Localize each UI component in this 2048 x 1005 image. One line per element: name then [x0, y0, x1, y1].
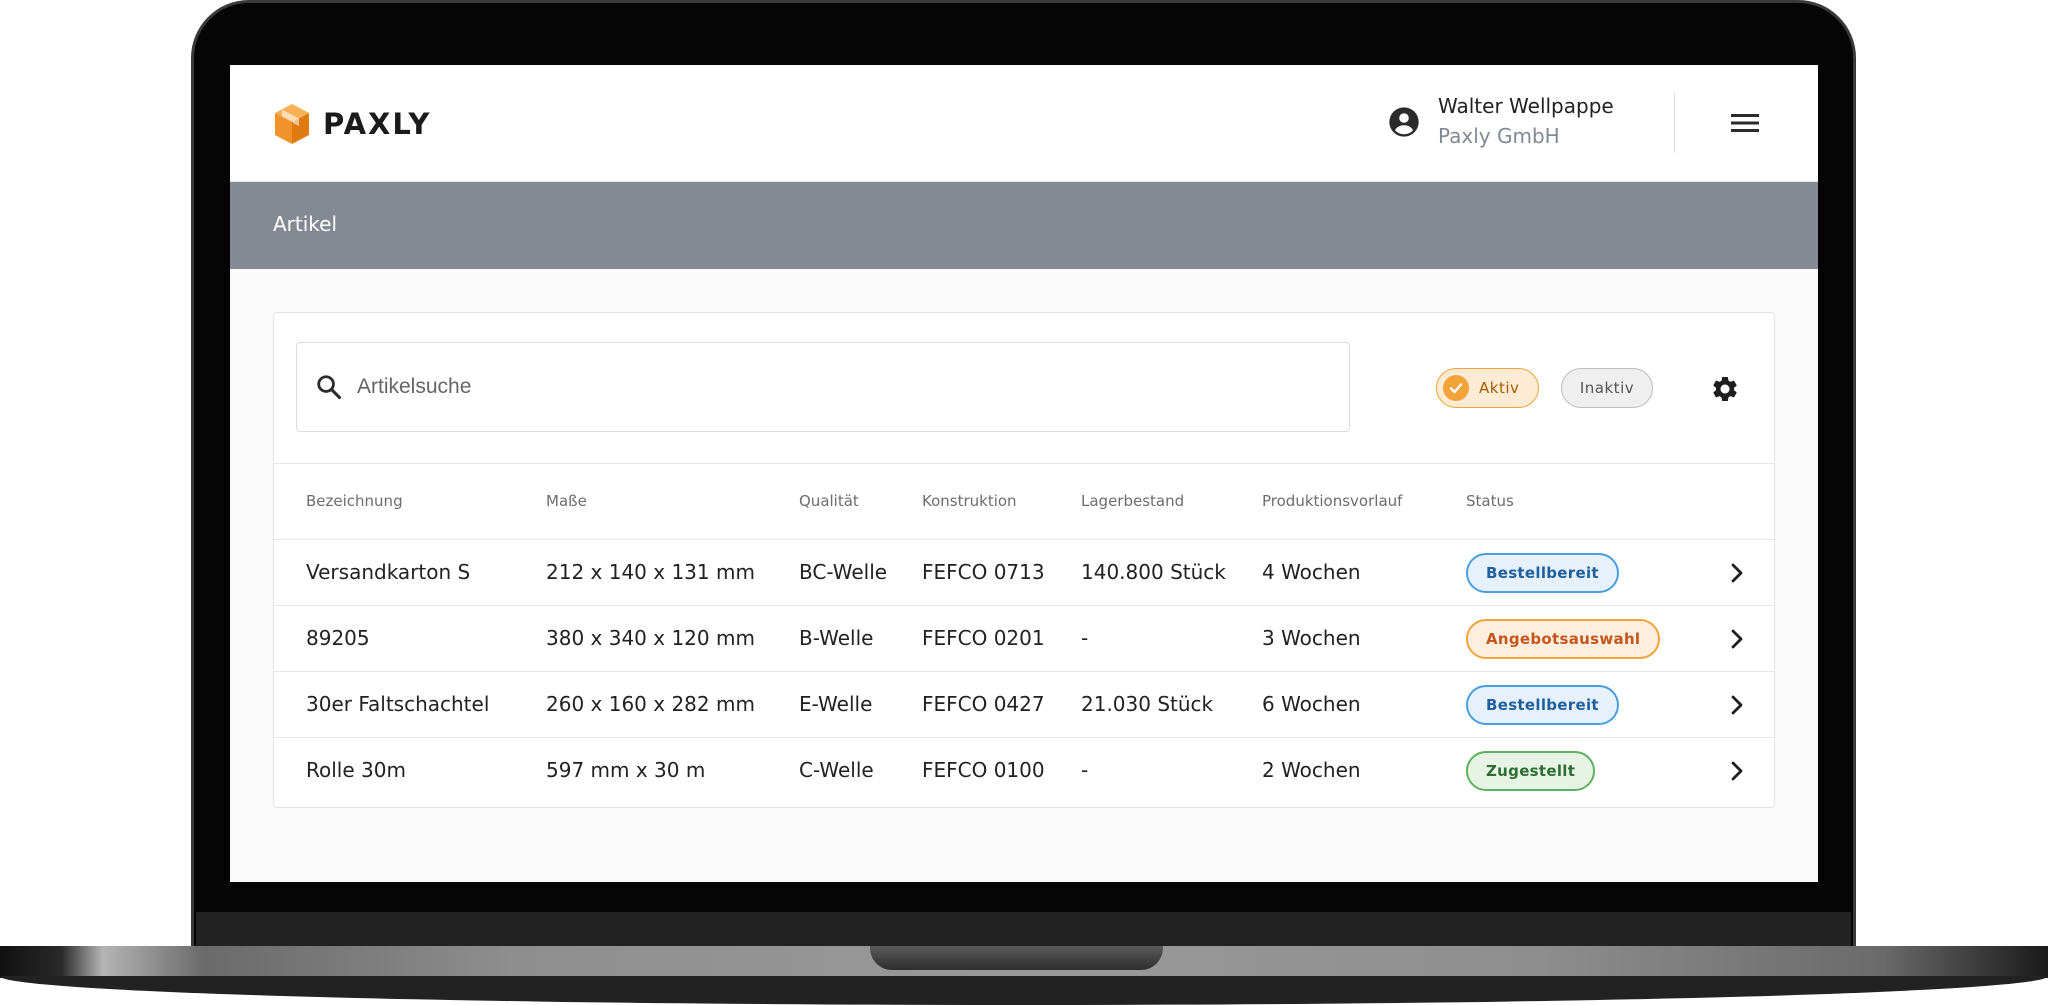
column-header-qualitaet[interactable]: Qualität	[799, 492, 859, 510]
header-divider	[1674, 93, 1675, 153]
user-company: Paxly GmbH	[1438, 124, 1560, 148]
cell-produktionsvorlauf: 4 Wochen	[1262, 560, 1361, 584]
brand-name: PAXLY	[323, 107, 432, 141]
app-screen: PAXLY Walter Wellpappe Paxly GmbH Artike…	[230, 65, 1818, 882]
top-bar: PAXLY Walter Wellpappe Paxly GmbH	[230, 65, 1818, 182]
search-box[interactable]	[296, 342, 1350, 432]
cell-produktionsvorlauf: 3 Wochen	[1262, 626, 1361, 650]
laptop-frame: PAXLY Walter Wellpappe Paxly GmbH Artike…	[0, 0, 2048, 1005]
table-body: Versandkarton S 212 x 140 x 131 mm BC-We…	[274, 539, 1774, 803]
user-text: Walter Wellpappe Paxly GmbH	[1438, 92, 1614, 152]
cell-konstruktion: FEFCO 0201	[922, 626, 1045, 650]
page-title: Artikel	[273, 212, 338, 236]
cell-lagerbestand: -	[1081, 626, 1089, 650]
cell-bezeichnung: 89205	[306, 626, 370, 650]
cell-qualitaet: BC-Welle	[799, 560, 888, 584]
filter-aktiv-chip[interactable]: Aktiv	[1436, 368, 1539, 408]
table-header: Bezeichnung Maße Qualität Konstruktion L…	[274, 463, 1774, 539]
cell-bezeichnung: Versandkarton S	[306, 560, 471, 584]
chevron-right-icon[interactable]	[1727, 562, 1747, 584]
status-badge: Bestellbereit	[1466, 685, 1619, 725]
cell-lagerbestand: 140.800 Stück	[1081, 560, 1226, 584]
chevron-right-icon[interactable]	[1727, 760, 1747, 782]
cell-masse: 260 x 160 x 282 mm	[546, 692, 755, 716]
table-row[interactable]: 30er Faltschachtel 260 x 160 x 282 mm E-…	[274, 671, 1774, 737]
chevron-right-icon[interactable]	[1727, 628, 1747, 650]
cell-qualitaet: B-Welle	[799, 626, 874, 650]
cell-konstruktion: FEFCO 0100	[922, 758, 1045, 782]
check-icon	[1443, 375, 1469, 401]
user-name: Walter Wellpappe	[1438, 94, 1614, 118]
cell-bezeichnung: 30er Faltschachtel	[306, 692, 490, 716]
column-header-konstruktion[interactable]: Konstruktion	[922, 492, 1017, 510]
hamburger-menu-icon[interactable]	[1731, 111, 1759, 135]
cell-produktionsvorlauf: 2 Wochen	[1262, 758, 1361, 782]
status-badge: Zugestellt	[1466, 751, 1596, 791]
filter-inaktiv-chip[interactable]: Inaktiv	[1561, 368, 1653, 408]
account-circle-icon	[1389, 107, 1419, 137]
cell-konstruktion: FEFCO 0713	[922, 560, 1045, 584]
status-badge: Angebotsauswahl	[1466, 619, 1661, 659]
table-row[interactable]: 89205 380 x 340 x 120 mm B-Welle FEFCO 0…	[274, 605, 1774, 671]
cell-konstruktion: FEFCO 0427	[922, 692, 1045, 716]
column-header-status[interactable]: Status	[1466, 492, 1514, 510]
cell-masse: 380 x 340 x 120 mm	[546, 626, 755, 650]
cell-masse: 597 mm x 30 m	[546, 758, 706, 782]
user-profile[interactable]: Walter Wellpappe Paxly GmbH	[1388, 87, 1614, 157]
table-row[interactable]: Versandkarton S 212 x 140 x 131 mm BC-We…	[274, 539, 1774, 605]
brand-logo[interactable]: PAXLY	[273, 101, 431, 147]
filter-inaktiv-label: Inaktiv	[1579, 379, 1635, 397]
column-header-lagerbestand[interactable]: Lagerbestand	[1081, 492, 1184, 510]
box-logo-icon	[275, 104, 309, 144]
cell-bezeichnung: Rolle 30m	[306, 758, 406, 782]
chevron-right-icon[interactable]	[1727, 694, 1747, 716]
search-icon	[317, 375, 342, 400]
cell-masse: 212 x 140 x 131 mm	[546, 560, 755, 584]
cell-lagerbestand: -	[1081, 758, 1089, 782]
articles-card: Aktiv Inaktiv Bezeichnung Maße Qualität …	[273, 312, 1775, 808]
column-header-produktionsvorlauf[interactable]: Produktionsvorlauf	[1262, 492, 1402, 510]
search-input[interactable]	[355, 374, 1315, 400]
column-header-masse[interactable]: Maße	[546, 492, 587, 510]
laptop-base-bottom	[0, 976, 2048, 1005]
laptop-chin	[196, 912, 1851, 948]
status-badge: Bestellbereit	[1466, 553, 1619, 593]
cell-lagerbestand: 21.030 Stück	[1081, 692, 1214, 716]
gear-icon[interactable]	[1710, 374, 1740, 404]
cell-produktionsvorlauf: 6 Wochen	[1262, 692, 1361, 716]
filter-aktiv-label: Aktiv	[1479, 379, 1520, 397]
cell-qualitaet: C-Welle	[799, 758, 874, 782]
page-header-bar: Artikel	[230, 182, 1818, 269]
column-header-bezeichnung[interactable]: Bezeichnung	[306, 492, 403, 510]
laptop-notch	[870, 946, 1163, 970]
cell-qualitaet: E-Welle	[799, 692, 873, 716]
table-row[interactable]: Rolle 30m 597 mm x 30 m C-Welle FEFCO 01…	[274, 737, 1774, 803]
